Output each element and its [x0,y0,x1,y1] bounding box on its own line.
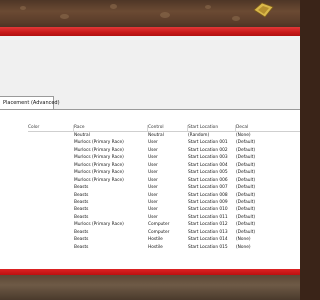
table-row[interactable]: Murlocs (Primary Race) User Start Location… [28,162,300,169]
table-row[interactable]: Beasts User Start Location 010 (Default) [28,206,300,213]
player-control: User [148,177,158,183]
player-start-location: Start Location 005 [188,170,228,176]
table-row[interactable]: Beasts User Start Location 007 (Default) [28,184,300,191]
table-row[interactable]: Beasts Computer Start Location 013 (Default… [28,229,300,236]
player-table: Color Race Control Start Location Decal … [28,124,300,251]
player-decal: (Default) [236,170,256,176]
player-race: Beasts [74,207,89,213]
player-control: User [148,155,158,161]
player-start-location: Start Location 004 [188,162,228,168]
player-decal: (None) [236,133,251,138]
player-decal: (Default) [236,147,256,153]
player-start-location: Start Location 012 [188,222,228,228]
player-start-location: Start Location 015 [188,244,228,250]
player-decal: (Default) [236,199,256,205]
player-list-panel: Color Race Control Start Location Decal … [0,110,300,278]
player-start-location: Start Location 009 [188,199,228,205]
player-race: Beasts [74,237,89,243]
player-control: User [148,170,158,176]
player-race: Beasts [74,185,89,191]
table-row[interactable]: Murlocs (Primary Race) User Start Location… [28,154,300,161]
table-row[interactable]: Beasts User Start Location 008 (Default) [28,192,300,199]
player-start-location: Start Location 010 [188,207,228,213]
player-control: User [148,147,158,153]
table-row[interactable]: Murlocs (Primary Race) User Start Location… [28,139,300,146]
player-control: Hostile [148,237,163,243]
player-race: Murlocs (Primary Race) [74,162,124,168]
player-decal: (None) [236,244,251,250]
table-row[interactable]: Murlocs (Primary Race) Computer Start Loca… [28,221,300,228]
player-start-location: Start Location 013 [188,229,228,235]
player-properties-dialog: Placement (Advanced) Color Race Control … [0,27,300,278]
player-control: User [148,192,158,198]
player-decal: (Default) [236,192,256,198]
header-decal[interactable]: Decal [236,124,276,131]
player-race: Beasts [74,192,89,198]
player-start-location: Start Location 014 [188,237,228,243]
player-decal: (Default) [236,229,256,235]
player-control: User [148,140,158,146]
header-start-location[interactable]: Start Location [188,124,234,131]
player-start-location: Start Location 002 [188,147,228,153]
tab-placement-advanced[interactable]: Placement (Advanced) [0,96,60,109]
player-start-location: Start Location 001 [188,140,228,146]
player-race: Murlocs (Primary Race) [74,170,124,176]
background-bottom-strip [0,275,300,300]
player-control: Hostile [148,244,163,250]
header-control[interactable]: Control [148,124,186,131]
map-logo-icon [253,2,274,18]
player-control: Computer [148,229,170,235]
player-start-location: Start Location 011 [188,214,228,220]
table-row[interactable]: Beasts Hostile Start Location 015 (None) [28,244,300,251]
player-decal: (Default) [236,155,256,161]
player-race: Beasts [74,244,89,250]
table-row[interactable]: Murlocs (Primary Race) User Start Location… [28,177,300,184]
player-decal: (None) [236,237,251,243]
player-start-location: Start Location 008 [188,192,228,198]
player-start-location: Start Location 006 [188,177,228,183]
player-control: User [148,185,158,191]
player-control: User [148,162,158,168]
player-start-location: Start Location 007 [188,185,228,191]
player-race: Beasts [74,229,89,235]
table-row[interactable]: Beasts User Start Location 011 (Default) [28,214,300,221]
header-color[interactable]: Color [28,124,72,131]
player-race: Murlocs (Primary Race) [74,177,124,183]
player-control: User [148,207,158,213]
player-start-location: (Random) [188,133,210,138]
player-race: Murlocs (Primary Race) [74,147,124,153]
player-control: Neutral [148,133,164,138]
player-start-location: Start Location 003 [188,155,228,161]
player-decal: (Default) [236,162,256,168]
dialog-body: Placement (Advanced) Color Race Control … [0,36,300,278]
table-row[interactable]: Murlocs (Primary Race) User Start Location… [28,147,300,154]
player-decal: (Default) [236,214,256,220]
header-race[interactable]: Race [74,124,146,131]
player-race: Beasts [74,214,89,220]
player-decal: (Default) [236,177,256,183]
player-race: Murlocs (Primary Race) [74,155,124,161]
player-race: Murlocs (Primary Race) [74,140,124,146]
player-race: Neutral [74,133,90,138]
player-control: Computer [148,222,170,228]
player-decal: (Default) [236,140,256,146]
player-decal: (Default) [236,185,256,191]
table-row[interactable]: Neutral Neutral (Random) (None) [28,132,300,139]
table-row[interactable]: Beasts Hostile Start Location 014 (None) [28,236,300,243]
table-row[interactable]: Murlocs (Primary Race) User Start Location… [28,169,300,176]
table-rows: Neutral Neutral (Random) (None) Murlocs (Pri… [28,132,300,251]
table-row[interactable]: Beasts User Start Location 009 (Default) [28,199,300,206]
dialog-title-bar [0,27,300,36]
player-decal: (Default) [236,222,256,228]
player-race: Beasts [74,199,89,205]
player-control: User [148,199,158,205]
player-control: User [148,214,158,220]
player-race: Murlocs (Primary Race) [74,222,124,228]
table-header: Color Race Control Start Location Decal [28,124,300,132]
player-decal: (Default) [236,207,256,213]
